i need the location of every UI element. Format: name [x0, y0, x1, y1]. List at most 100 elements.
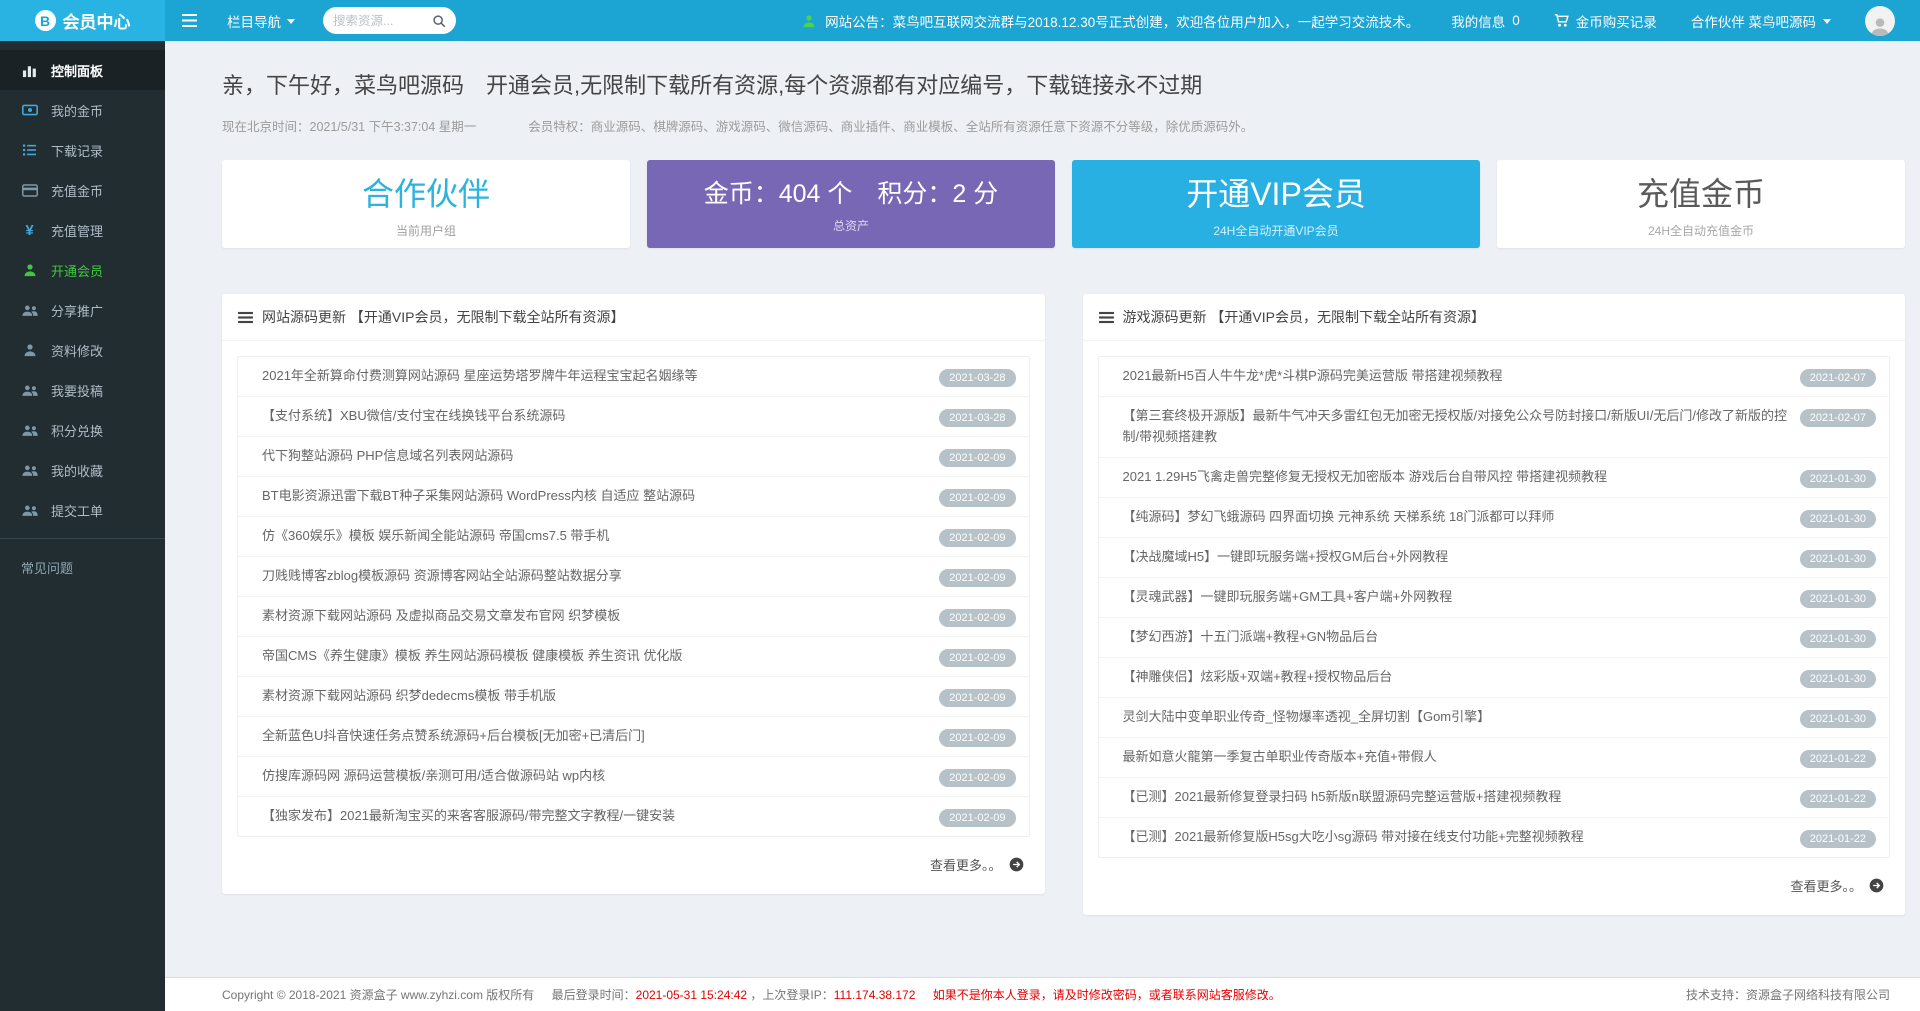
article-date-badge: 2021-01-30 — [1800, 510, 1876, 528]
article-link[interactable]: 2021 1.29H5飞禽走兽完整修复无授权无加密版本 游戏后台自带风控 带搭建… — [1112, 467, 1788, 488]
sidebar-item-open-membership[interactable]: 开通会员 — [0, 250, 165, 290]
sidebar-item-share-promotion[interactable]: 分享推广 — [0, 290, 165, 330]
article-link[interactable]: 2021年全新算命付费测算网站源码 星座运势塔罗牌牛年运程宝宝起名姻缘等 — [251, 366, 927, 387]
article-link[interactable]: 【灵魂武器】一键即玩服务端+GM工具+客户端+外网教程 — [1112, 587, 1788, 608]
main-content: 亲，下午好，菜鸟吧源码 开通会员,无限制下载所有资源,每个资源都有对应编号，下载… — [165, 41, 1920, 977]
article-date-badge: 2021-02-09 — [939, 449, 1015, 467]
article-date-badge: 2021-02-09 — [939, 769, 1015, 787]
navbar-right: 我的信息 0 金币购买记录 合作伙伴 菜鸟吧源码 — [1451, 6, 1895, 36]
site-announcement: 网站公告：菜鸟吧互联网交流群与2018.12.30号正式创建，欢迎各位用户加入，… — [802, 11, 1419, 31]
sidebar-item-download-records[interactable]: 下载记录 — [0, 130, 165, 170]
list-bars-icon — [1099, 311, 1114, 324]
article-link[interactable]: 刀贱贱博客zblog模板源码 资源博客网站全站源码整站数据分享 — [251, 566, 927, 587]
article-row: 【已测】2021最新修复版H5sg大吃小sg源码 带对接在线支付功能+完整视频教… — [1099, 818, 1890, 857]
sidebar-item-points-exchange[interactable]: 积分兑换 — [0, 410, 165, 450]
sidebar-item-submit-article[interactable]: 我要投稿 — [0, 370, 165, 410]
article-date-badge: 2021-02-09 — [939, 689, 1015, 707]
sidebar-item-recharge-manage[interactable]: ¥充值管理 — [0, 210, 165, 250]
article-link[interactable]: 帝国CMS《养生健康》模板 养生网站源码模板 健康模板 养生资讯 优化版 — [251, 646, 927, 667]
article-link[interactable]: 【支付系统】XBU微信/支付宝在线换钱平台系统源码 — [251, 406, 927, 427]
list-bars-icon — [238, 311, 253, 324]
article-link[interactable]: 代下狗整站源码 PHP信息域名列表网站源码 — [251, 446, 927, 467]
search-input[interactable] — [333, 14, 426, 28]
article-link[interactable]: 【神雕侠侣】炫彩版+双端+教程+授权物品后台 — [1112, 667, 1788, 688]
article-row: 2021年全新算命付费测算网站源码 星座运势塔罗牌牛年运程宝宝起名姻缘等 2021… — [238, 357, 1029, 397]
article-date-badge: 2021-01-30 — [1800, 550, 1876, 568]
navbar: 栏目导航 网站公告：菜鸟吧互联网交流群与2018.12.30号正式创建，欢迎各位… — [165, 0, 1920, 41]
tech-support-label: 技术支持：资源盒子网络科技有限公司 — [1686, 986, 1890, 1003]
recharge-coins-card[interactable]: 充值金币24H全自动充值金币 — [1497, 160, 1905, 248]
total-assets-card: 金币：404 个 积分：2 分总资产 — [647, 160, 1055, 248]
view-more-link[interactable]: 查看更多。。 — [222, 837, 1045, 882]
article-link[interactable]: 【决战魔域H5】一键即玩服务端+授权GM后台+外网教程 — [1112, 547, 1788, 568]
article-date-badge: 2021-01-30 — [1800, 710, 1876, 728]
sidebar: 控制面板我的金币下载记录充值金币¥充值管理开通会员分享推广资料修改我要投稿积分兑… — [0, 41, 165, 1011]
cart-icon — [1554, 13, 1569, 28]
panel-title: 游戏源码更新 【开通VIP会员，无限制下载全站所有资源】 — [1123, 307, 1485, 327]
open-vip-card-title: 开通VIP会员 — [1186, 169, 1366, 215]
article-date-badge: 2021-02-09 — [939, 529, 1015, 547]
sidebar-section-faq: 常见问题 — [0, 539, 165, 577]
sidebar-item-my-favorites[interactable]: 我的收藏 — [0, 450, 165, 490]
copyright-text: Copyright © 2018-2021 资源盒子 www.zyhzi.com… — [222, 988, 534, 1002]
arrow-circle-right-icon — [1869, 878, 1884, 893]
update-panels: 网站源码更新 【开通VIP会员，无限制下载全站所有资源】 2021年全新算命付费测… — [222, 294, 1905, 915]
article-date-badge: 2021-02-09 — [939, 569, 1015, 587]
article-row: 2021最新H5百人牛牛龙*虎*斗棋P源码完美运营版 带搭建视频教程2021-0… — [1099, 357, 1890, 397]
article-link[interactable]: 【纯源码】梦幻飞蛾源码 四界面切换 元神系统 天梯系统 18门派都可以拜师 — [1112, 507, 1788, 528]
coin-purchase-history-label: 金币购买记录 — [1576, 11, 1657, 31]
article-row: 【纯源码】梦幻飞蛾源码 四界面切换 元神系统 天梯系统 18门派都可以拜师 202… — [1099, 498, 1890, 538]
security-warning-text: 如果不是你本人登录，请及时修改密码，或者联系网站客服修改。 — [933, 988, 1281, 1002]
article-link[interactable]: 【独家发布】2021最新淘宝买的来客客服源码/带完整文字教程/一键安装 — [251, 806, 927, 827]
coin-purchase-history-link[interactable]: 金币购买记录 — [1554, 11, 1657, 31]
sidebar-item-profile-edit[interactable]: 资料修改 — [0, 330, 165, 370]
article-link[interactable]: 素材资源下载网站源码 织梦dedecms模板 带手机版 — [251, 686, 927, 707]
article-link[interactable]: 素材资源下载网站源码 及虚拟商品交易文章发布官网 织梦模板 — [251, 606, 927, 627]
article-link[interactable]: BT电影资源迅雷下载BT种子采集网站源码 WordPress内核 自适应 整站源… — [251, 486, 927, 507]
avatar[interactable] — [1865, 6, 1895, 36]
view-more-link[interactable]: 查看更多。。 — [1083, 858, 1906, 903]
article-row: 帝国CMS《养生健康》模板 养生网站源码模板 健康模板 养生资讯 优化版2021… — [238, 637, 1029, 677]
article-link[interactable]: 仿《360娱乐》模板 娱乐新闻全能站源码 帝国cms7.5 带手机 — [251, 526, 927, 547]
total-assets-card-subtitle: 总资产 — [833, 217, 869, 234]
article-row: 【梦幻西游】十五门派端+教程+GN物品后台2021-01-30 — [1099, 618, 1890, 658]
open-vip-card[interactable]: 开通VIP会员24H全自动开通VIP会员 — [1072, 160, 1480, 248]
game-source-updates-panel: 游戏源码更新 【开通VIP会员，无限制下载全站所有资源】 2021最新H5百人牛牛… — [1083, 294, 1906, 915]
article-row: 素材资源下载网站源码 及虚拟商品交易文章发布官网 织梦模板2021-02-09 — [238, 597, 1029, 637]
chevron-down-icon — [1823, 19, 1831, 24]
users-icon — [21, 504, 38, 517]
article-link[interactable]: 【梦幻西游】十五门派端+教程+GN物品后台 — [1112, 627, 1788, 648]
user-account-dropdown[interactable]: 合作伙伴 菜鸟吧源码 — [1691, 11, 1831, 31]
last-login-ip: 111.174.38.172 — [834, 988, 916, 1002]
article-link[interactable]: 最新如意火龍第一季复古单职业传奇版本+充值+带假人 — [1112, 747, 1788, 768]
sidebar-item-my-coins[interactable]: 我的金币 — [0, 90, 165, 130]
nav-category-dropdown[interactable]: 栏目导航 — [213, 0, 309, 41]
users-icon — [21, 304, 38, 317]
article-date-badge: 2021-03-28 — [939, 369, 1015, 387]
sidebar-item-recharge-coins[interactable]: 充值金币 — [0, 170, 165, 210]
my-info-link[interactable]: 我的信息 0 — [1451, 11, 1520, 31]
article-link[interactable]: 【已测】2021最新修复版H5sg大吃小sg源码 带对接在线支付功能+完整视频教… — [1112, 827, 1788, 848]
article-link[interactable]: 全新蓝色U抖音快速任务点赞系统源码+后台模板[无加密+已清后门] — [251, 726, 927, 747]
article-link[interactable]: 仿搜库源码网 源码运营模板/亲测可用/适合做源码站 wp内核 — [251, 766, 927, 787]
app-logo[interactable]: B 会员中心 — [0, 0, 165, 41]
article-link[interactable]: 2021最新H5百人牛牛龙*虎*斗棋P源码完美运营版 带搭建视频教程 — [1112, 366, 1788, 387]
article-link[interactable]: 【已测】2021最新修复登录扫码 h5新版n联盟源码完整运营版+搭建视频教程 — [1112, 787, 1788, 808]
article-date-badge: 2021-03-28 — [939, 409, 1015, 427]
meta-row: 现在北京时间：2021/5/31 下午3:37:04 星期一 会员特权：商业源码… — [222, 116, 1905, 135]
sidebar-item-dashboard[interactable]: 控制面板 — [0, 50, 165, 90]
article-row: 【灵魂武器】一键即玩服务端+GM工具+客户端+外网教程 2021-01-30 — [1099, 578, 1890, 618]
partner-group-card-subtitle: 当前用户组 — [396, 222, 456, 239]
search-icon[interactable] — [432, 14, 446, 28]
article-link[interactable]: 【第三套终极开源版】最新牛气冲天多雷红包无加密无授权版/对接免公众号防封接口/新… — [1112, 406, 1788, 448]
credit-card-icon — [21, 184, 38, 197]
sidebar-toggle-button[interactable] — [165, 0, 213, 41]
panel-header: 网站源码更新 【开通VIP会员，无限制下载全站所有资源】 — [222, 294, 1045, 341]
chevron-down-icon — [287, 19, 295, 24]
sidebar-item-label: 我的金币 — [51, 101, 103, 120]
hamburger-icon — [181, 13, 198, 28]
article-link[interactable]: 灵剑大陆中变单职业传奇_怪物爆率透视_全屏切割【Gom引擎】 — [1112, 707, 1788, 728]
article-date-badge: 2021-01-30 — [1800, 590, 1876, 608]
sidebar-item-submit-ticket[interactable]: 提交工单 — [0, 490, 165, 530]
article-row: 仿搜库源码网 源码运营模板/亲测可用/适合做源码站 wp内核 2021-02-09 — [238, 757, 1029, 797]
